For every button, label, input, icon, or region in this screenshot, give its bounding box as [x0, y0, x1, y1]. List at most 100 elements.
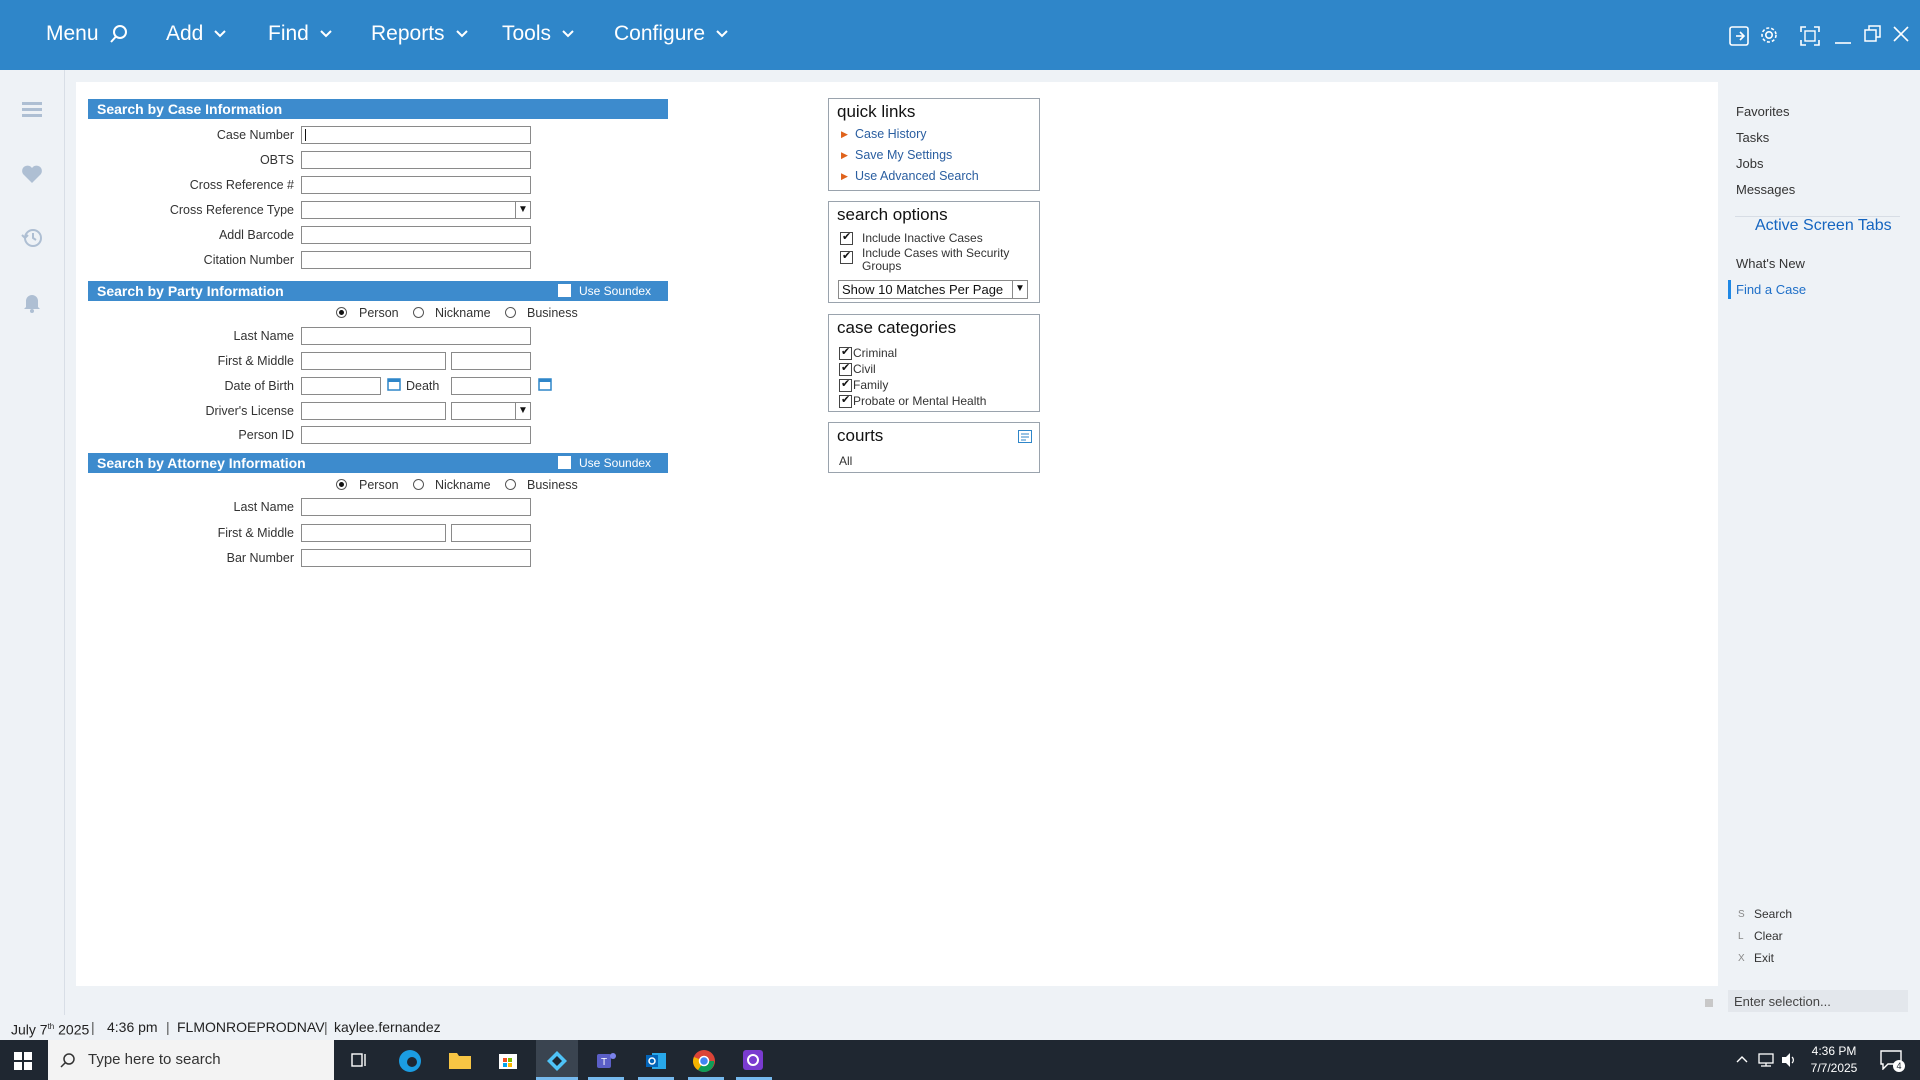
civil-checkbox[interactable] — [839, 361, 852, 376]
party-middle-name-input[interactable] — [451, 352, 531, 370]
chrome-icon[interactable] — [692, 1049, 716, 1073]
add-menu[interactable]: Add — [166, 22, 227, 46]
include-security-checkbox[interactable] — [840, 249, 853, 264]
find-menu[interactable]: Find — [268, 22, 333, 46]
criminal-checkbox[interactable] — [839, 345, 852, 360]
exit-action[interactable]: Exit — [1754, 951, 1774, 965]
attorney-person-radio[interactable] — [336, 479, 347, 490]
configure-menu[interactable]: Configure — [614, 22, 729, 46]
attorney-middle-name-input[interactable] — [451, 524, 531, 542]
case-number-input[interactable] — [301, 126, 531, 144]
drivers-license-input[interactable] — [301, 402, 446, 420]
file-explorer-icon[interactable] — [448, 1050, 472, 1070]
attorney-nickname-radio[interactable] — [413, 479, 424, 490]
party-nickname-radio[interactable] — [413, 307, 424, 318]
party-person-radio[interactable] — [336, 307, 347, 318]
case-history-link[interactable]: Case History — [855, 127, 927, 141]
death-label: Death — [406, 379, 440, 393]
probate-checkbox[interactable] — [839, 393, 852, 408]
matches-per-page-select[interactable]: Show 10 Matches Per Page ▼ — [838, 280, 1028, 299]
app-icon[interactable] — [742, 1049, 764, 1071]
drivers-license-state-select[interactable]: ▼ — [451, 402, 531, 420]
list-icon[interactable] — [20, 98, 44, 122]
fullscreen-icon[interactable] — [1799, 25, 1821, 47]
teams-icon[interactable]: T — [594, 1049, 618, 1073]
windows-start-icon[interactable] — [14, 1052, 32, 1070]
bar-number-input[interactable] — [301, 549, 531, 567]
calendar-icon[interactable] — [538, 377, 552, 391]
sign-out-icon[interactable] — [1728, 25, 1750, 47]
active-screen-tabs-title: Active Screen Tabs — [1755, 217, 1892, 234]
taskbar-clock[interactable]: 4:36 PM 7/7/2025 — [1802, 1043, 1866, 1077]
party-first-name-input[interactable] — [301, 352, 446, 370]
taskbar-search-box[interactable]: Type here to search — [48, 1040, 334, 1080]
calendar-icon[interactable] — [387, 377, 401, 391]
edge-browser-icon[interactable] — [398, 1049, 422, 1073]
advanced-search-link[interactable]: Use Advanced Search — [855, 169, 979, 183]
party-first-middle-label: First & Middle — [217, 354, 294, 368]
attorney-person-label: Person — [359, 478, 399, 492]
volume-icon[interactable] — [1781, 1052, 1797, 1068]
addl-barcode-input[interactable] — [301, 226, 531, 244]
cross-reference-type-select[interactable]: ▼ — [301, 201, 531, 219]
party-business-radio[interactable] — [505, 307, 516, 318]
reports-menu[interactable]: Reports — [371, 22, 469, 46]
menu-button[interactable]: Menu — [46, 22, 129, 46]
person-id-input[interactable] — [301, 426, 531, 444]
resize-grip-icon[interactable] — [1705, 999, 1713, 1007]
search-icon — [60, 1053, 75, 1068]
task-view-icon[interactable] — [350, 1051, 368, 1069]
heart-icon[interactable] — [20, 162, 44, 186]
obts-label: OBTS — [259, 153, 294, 167]
favorites-link[interactable]: Favorites — [1736, 104, 1789, 119]
family-checkbox[interactable] — [839, 377, 852, 392]
chevron-down-icon — [562, 30, 574, 38]
citation-number-input[interactable] — [301, 251, 531, 269]
party-person-label: Person — [359, 306, 399, 320]
clear-action[interactable]: Clear — [1754, 929, 1783, 943]
navigator-app-icon[interactable] — [545, 1049, 569, 1073]
gear-icon[interactable] — [1759, 25, 1779, 45]
tools-menu[interactable]: Tools — [502, 22, 575, 46]
death-input[interactable] — [451, 377, 531, 395]
party-soundex-checkbox[interactable] — [558, 284, 571, 297]
restore-icon[interactable] — [1864, 25, 1882, 43]
find-a-case-tab[interactable]: Find a Case — [1736, 282, 1806, 297]
store-icon[interactable] — [497, 1049, 519, 1071]
chevron-down-icon — [320, 30, 332, 38]
dob-input[interactable] — [301, 377, 381, 395]
history-icon[interactable] — [20, 226, 44, 250]
search-action[interactable]: Search — [1754, 907, 1792, 921]
enter-selection-input[interactable]: Enter selection... — [1728, 990, 1908, 1012]
find-label: Find — [268, 22, 309, 45]
whats-new-tab[interactable]: What's New — [1736, 256, 1805, 271]
cross-reference-type-label: Cross Reference Type — [169, 203, 294, 217]
chevron-up-icon[interactable] — [1736, 1054, 1748, 1064]
search-options-box: search options Include Inactive Cases In… — [828, 201, 1040, 303]
network-icon[interactable] — [1757, 1052, 1775, 1068]
menu-label: Menu — [46, 22, 99, 45]
attorney-first-name-input[interactable] — [301, 524, 446, 542]
outlook-icon[interactable] — [644, 1049, 668, 1073]
include-inactive-checkbox[interactable] — [840, 230, 853, 245]
cross-reference-input[interactable] — [301, 176, 531, 194]
close-icon[interactable] — [1892, 25, 1910, 43]
dropdown-arrow-icon: ▼ — [1012, 281, 1027, 298]
case-number-label: Case Number — [216, 128, 294, 142]
save-my-settings-link[interactable]: Save My Settings — [855, 148, 952, 162]
notification-badge: 4 — [1893, 1060, 1905, 1072]
party-last-name-input[interactable] — [301, 327, 531, 345]
bell-icon[interactable] — [20, 290, 44, 314]
tasks-link[interactable]: Tasks — [1736, 130, 1769, 145]
edit-list-icon[interactable] — [1018, 430, 1032, 443]
jobs-link[interactable]: Jobs — [1736, 156, 1763, 171]
messages-link[interactable]: Messages — [1736, 182, 1795, 197]
obts-input[interactable] — [301, 151, 531, 169]
case-categories-box: case categories Criminal Civil Family Pr… — [828, 314, 1040, 412]
attorney-last-name-input[interactable] — [301, 498, 531, 516]
minimize-icon[interactable] — [1834, 25, 1852, 45]
attorney-section-title: Search by Attorney Information — [97, 455, 306, 471]
case-categories-title: case categories — [837, 318, 957, 337]
attorney-soundex-checkbox[interactable] — [558, 456, 571, 469]
attorney-business-radio[interactable] — [505, 479, 516, 490]
